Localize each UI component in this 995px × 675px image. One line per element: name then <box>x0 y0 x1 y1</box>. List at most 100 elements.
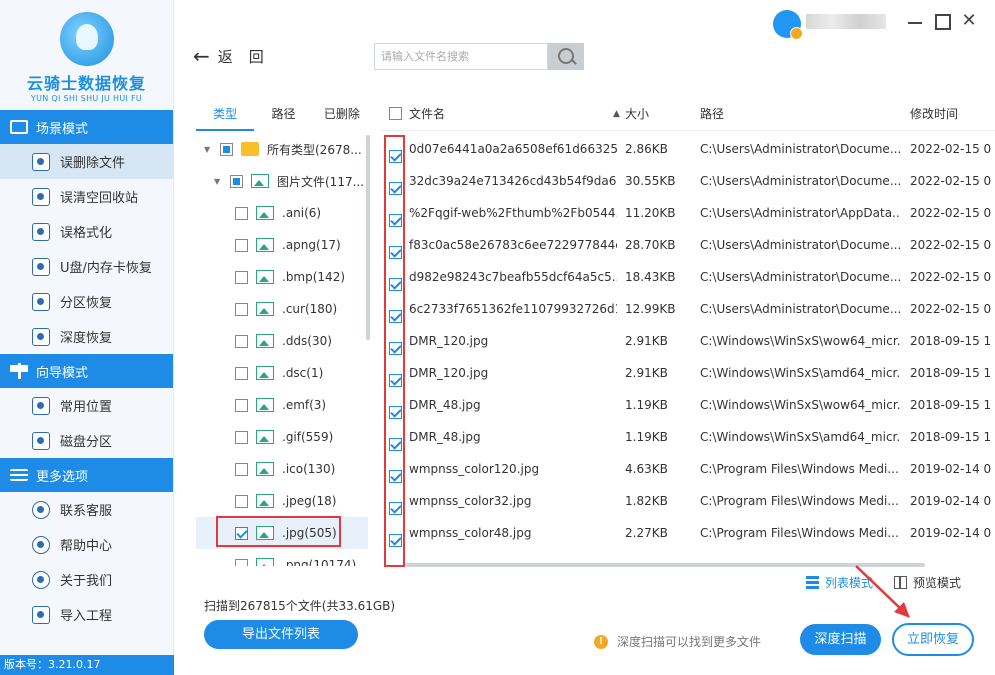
tab-type[interactable]: 类型 <box>196 97 255 131</box>
tree-checkbox[interactable] <box>235 366 248 380</box>
table-row[interactable]: DMR_120.jpg 2.91KB C:\Windows\WinSxS\amd64… <box>380 357 995 389</box>
tree-checkbox[interactable] <box>235 494 248 508</box>
tree-checkbox[interactable] <box>230 174 243 188</box>
recover-now-button[interactable]: 立即恢复 <box>892 623 974 656</box>
tree-node[interactable]: .png(10174) <box>196 549 368 566</box>
sidebar-item-label: 分区恢复 <box>60 296 113 311</box>
sort-asc-icon: ▲ <box>613 109 620 119</box>
tree-node[interactable]: .emf(3) <box>196 389 368 421</box>
sidebar-item-about[interactable]: 关于我们 <box>0 562 173 597</box>
tree-checkbox[interactable] <box>235 398 248 412</box>
tree-checkbox[interactable] <box>235 558 248 566</box>
tree-checkbox[interactable] <box>235 270 248 284</box>
tree-tabs: 类型 路径 已删除 <box>196 97 371 131</box>
tree-node[interactable]: .ani(6) <box>196 197 368 229</box>
logo: 云骑士数据恢复 YUN QI SHI SHU JU HUI FU <box>0 0 173 110</box>
tree-node[interactable]: .dds(30) <box>196 325 368 357</box>
tree-checkbox[interactable] <box>235 430 248 444</box>
file-path: C:\Windows\WinSxS\wow64_micr... <box>700 398 900 412</box>
file-name: %2Fqgif-web%2Fthumb%2Fb0544... <box>409 206 617 220</box>
list-mode-button[interactable]: 列表模式 <box>806 574 873 591</box>
tree-node[interactable]: ▼ 所有类型(2678... <box>196 133 368 165</box>
tab-path[interactable]: 路径 <box>254 97 312 131</box>
tree-node[interactable]: .ico(130) <box>196 453 368 485</box>
expand-caret-icon[interactable]: ▼ <box>204 145 214 154</box>
minimize-button[interactable] <box>904 10 926 32</box>
table-row[interactable]: %2Fqgif-web%2Fthumb%2Fb0544... 11.20KB C:\… <box>380 197 995 229</box>
sidebar-item-partition[interactable]: 分区恢复 <box>0 284 173 319</box>
tree-node[interactable]: .gif(559) <box>196 421 368 453</box>
expand-caret-icon[interactable]: ▼ <box>214 177 224 186</box>
tree-checkbox[interactable] <box>235 238 248 252</box>
sidebar-item-help-center[interactable]: 帮助中心 <box>0 527 173 562</box>
disk-icon <box>32 431 50 450</box>
column-name[interactable]: 文件名 <box>409 97 445 131</box>
tree-node-label: .dds(30) <box>282 334 332 348</box>
file-name: 0d07e6441a0a2a6508ef61d66325... <box>409 142 617 156</box>
file-path: C:\Users\Administrator\Docume... <box>700 238 900 252</box>
table-row[interactable]: wmpnss_color120.jpg 4.63KB C:\Program File… <box>380 453 995 485</box>
select-all-checkbox[interactable] <box>389 107 402 123</box>
horizontal-scrollbar[interactable] <box>405 563 925 567</box>
tree-checkbox[interactable] <box>235 302 248 316</box>
close-button[interactable]: ✕ <box>958 10 980 32</box>
tree-node[interactable]: .bmp(142) <box>196 261 368 293</box>
column-size[interactable]: 大小 <box>625 97 649 131</box>
tree-node[interactable]: .jpeg(18) <box>196 485 368 517</box>
tree-node-label: .jpeg(18) <box>282 494 337 508</box>
tree-checkbox[interactable] <box>235 462 248 476</box>
tree-node[interactable]: .jpg(505) <box>196 517 368 549</box>
tree-scrollbar[interactable] <box>366 135 370 340</box>
row-checkbox[interactable] <box>389 527 402 559</box>
tree-node[interactable]: .dsc(1) <box>196 357 368 389</box>
table-row[interactable]: f83c0ac58e26783c6ee722977844c... 28.70KB C… <box>380 229 995 261</box>
tree-checkbox[interactable] <box>235 206 248 220</box>
sidebar-item-common-locations[interactable]: 常用位置 <box>0 388 173 423</box>
file-size: 2.91KB <box>625 334 668 348</box>
sidebar-item-contact-support[interactable]: 联系客服 <box>0 492 173 527</box>
table-row[interactable]: DMR_48.jpg 1.19KB C:\Windows\WinSxS\amd64_… <box>380 421 995 453</box>
tree-checkbox[interactable] <box>220 142 233 156</box>
image-file-icon <box>256 302 274 316</box>
back-button[interactable]: ← 返回 <box>193 44 280 68</box>
table-row[interactable]: wmpnss_color48.jpg 2.27KB C:\Program Files… <box>380 517 995 549</box>
image-file-icon <box>256 398 274 412</box>
file-size: 2.86KB <box>625 142 668 156</box>
sidebar-item-usb[interactable]: U盘/内存卡恢复 <box>0 249 173 284</box>
tab-deleted[interactable]: 已删除 <box>313 97 371 131</box>
sidebar-item-deleted-files[interactable]: 误删除文件 <box>0 144 173 179</box>
file-date: 2019-02-14 0 <box>910 462 992 476</box>
file-date: 2022-02-15 0 <box>910 302 992 316</box>
user-avatar-icon[interactable] <box>773 10 803 40</box>
sidebar-item-import-project[interactable]: 导入工程 <box>0 597 173 632</box>
sidebar-item-deep-recovery[interactable]: 深度恢复 <box>0 319 173 354</box>
table-row[interactable]: DMR_48.jpg 1.19KB C:\Windows\WinSxS\wow64_… <box>380 389 995 421</box>
preview-mode-button[interactable]: 预览模式 <box>894 574 961 591</box>
tree-node[interactable]: .cur(180) <box>196 293 368 325</box>
tree-checkbox[interactable] <box>235 334 248 348</box>
table-row[interactable]: wmpnss_color32.jpg 1.82KB C:\Program Files… <box>380 485 995 517</box>
image-file-icon <box>256 462 274 476</box>
export-list-button[interactable]: 导出文件列表 <box>204 620 358 649</box>
table-row[interactable]: 0d07e6441a0a2a6508ef61d66325... 2.86KB C:\… <box>380 133 995 165</box>
tree-checkbox[interactable] <box>235 526 248 540</box>
table-row[interactable]: 32dc39a24e713426cd43b54f9da6... 30.55KB C:… <box>380 165 995 197</box>
sidebar-item-recycle-bin[interactable]: 误清空回收站 <box>0 179 173 214</box>
tree-node-label: .cur(180) <box>282 302 338 316</box>
sidebar-item-format[interactable]: 误格式化 <box>0 214 173 249</box>
table-row[interactable]: 6c2733f7651362fe11079932726d1... 12.99KB C… <box>380 293 995 325</box>
column-date[interactable]: 修改时间 <box>910 97 958 131</box>
table-row[interactable]: DMR_120.jpg 2.91KB C:\Windows\WinSxS\wow64… <box>380 325 995 357</box>
maximize-button[interactable] <box>930 10 952 32</box>
red-pointer-arrow <box>855 565 910 618</box>
tree-node[interactable]: .apng(17) <box>196 229 368 261</box>
tree-node[interactable]: ▼ 图片文件(117... <box>196 165 368 197</box>
deep-scan-button[interactable]: 深度扫描 <box>800 624 881 655</box>
file-name: DMR_48.jpg <box>409 398 481 412</box>
search-input[interactable] <box>374 43 548 70</box>
column-path[interactable]: 路径 <box>700 97 724 131</box>
search-button[interactable] <box>548 43 584 70</box>
table-row[interactable]: d982e98243c7beafb55dcf64a5c5... 18.43KB C:… <box>380 261 995 293</box>
file-type-tree: ▼ 所有类型(2678... ▼ 图片文件(117... .ani(6) .apng(17… <box>196 133 368 566</box>
sidebar-item-disk-partition[interactable]: 磁盘分区 <box>0 423 173 458</box>
